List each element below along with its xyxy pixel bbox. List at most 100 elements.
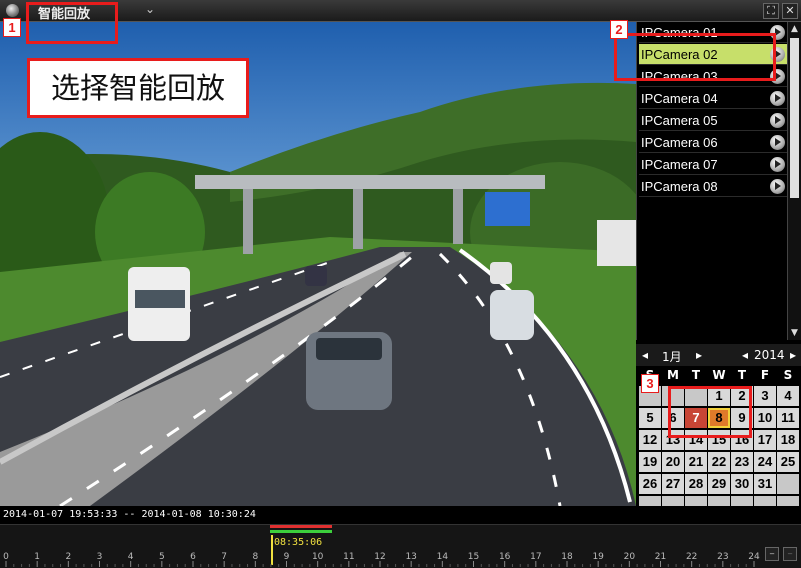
play-icon[interactable] [770, 113, 785, 128]
annotation-step-1: 1 [3, 18, 21, 37]
calendar-day[interactable]: 19 [639, 452, 661, 472]
camera-label: IPCamera 05 [641, 113, 718, 128]
calendar-day[interactable]: 18 [777, 430, 799, 450]
camera-label: IPCamera 08 [641, 179, 718, 194]
annotation-step-3: 3 [641, 374, 659, 393]
annotation-step-2: 2 [610, 20, 628, 39]
next-year-icon[interactable]: ▸ [790, 348, 796, 362]
calendar-day[interactable]: 31 [754, 474, 776, 494]
annotation-box-2 [614, 33, 776, 81]
calendar-day[interactable]: 25 [777, 452, 799, 472]
calendar-day[interactable]: 10 [754, 408, 776, 428]
camera-label: IPCamera 07 [641, 157, 718, 172]
scroll-down-icon[interactable]: ▼ [788, 326, 801, 340]
camera-list-scrollbar[interactable]: ▲ ▼ [787, 22, 801, 340]
calendar-day[interactable]: 17 [754, 430, 776, 450]
play-icon[interactable] [770, 157, 785, 172]
play-icon[interactable] [770, 91, 785, 106]
hour-tick-label: 9 [284, 552, 290, 562]
playback-range: 2014-01-07 19:53:33 -- 2014-01-08 10:30:… [0, 506, 801, 524]
hour-tick-label: 20 [624, 552, 636, 562]
hour-tick-label: 18 [561, 552, 573, 562]
camera-item[interactable]: IPCamera 07 [639, 154, 787, 175]
calendar-day[interactable]: 28 [685, 474, 707, 494]
play-icon[interactable] [770, 179, 785, 194]
hour-tick-label: 16 [499, 552, 511, 562]
camera-item[interactable]: IPCamera 06 [639, 132, 787, 153]
month-label: 1月 [662, 350, 682, 364]
hour-tick-label: 11 [343, 552, 354, 562]
hour-tick-label: 2 [65, 552, 71, 562]
calendar-day[interactable]: 21 [685, 452, 707, 472]
hour-tick-label: 21 [655, 552, 666, 562]
camera-item[interactable]: IPCamera 05 [639, 110, 787, 131]
hour-tick-label: 22 [686, 552, 697, 562]
hour-tick-label: 14 [437, 552, 449, 562]
weekday-label: S [783, 368, 793, 382]
hour-tick-label: 15 [468, 552, 479, 562]
camera-label: IPCamera 06 [641, 135, 718, 150]
calendar-day[interactable]: 4 [777, 386, 799, 406]
hour-tick-label: 6 [190, 552, 196, 562]
hour-tick-label: 4 [128, 552, 134, 562]
zoom-out-icon[interactable]: ‒ [765, 547, 779, 561]
calendar-day[interactable]: 30 [731, 474, 753, 494]
calendar-nav: ◂ 1月 ▸ ◂ 2014 ▸ [636, 344, 801, 366]
calendar-day[interactable]: 22 [708, 452, 730, 472]
hour-tick-label: 3 [97, 552, 103, 562]
weekday-label: M [667, 368, 679, 382]
prev-year-icon[interactable]: ◂ [742, 348, 748, 362]
annotation-box-1 [26, 2, 118, 44]
restore-icon[interactable]: ⛶ [763, 3, 779, 19]
camera-item[interactable]: IPCamera 04 [639, 88, 787, 109]
weekday-label: F [760, 368, 770, 382]
calendar-day[interactable]: 24 [754, 452, 776, 472]
weekday-header: SMTWTFS [639, 368, 799, 386]
scroll-up-icon[interactable]: ▲ [788, 22, 801, 36]
prev-month-icon[interactable]: ◂ [642, 348, 648, 362]
hour-tick-label: 19 [592, 552, 604, 562]
calendar-day[interactable]: 5 [639, 408, 661, 428]
calendar-day[interactable]: 23 [731, 452, 753, 472]
camera-item[interactable]: IPCamera 08 [639, 176, 787, 197]
hour-tick-label: 8 [252, 552, 258, 562]
hour-tick-label: 5 [159, 552, 165, 562]
weekday-label: T [691, 368, 701, 382]
hour-tick-label: 1 [34, 552, 40, 562]
hour-tick-label: 12 [374, 552, 385, 562]
weekday-label: T [737, 368, 747, 382]
calendar-day[interactable]: 20 [662, 452, 684, 472]
calendar-day[interactable]: 27 [662, 474, 684, 494]
hour-tick-label: 23 [717, 552, 728, 562]
hour-tick-label: 17 [530, 552, 541, 562]
year-label: 2014 [754, 348, 785, 362]
title-bar: 智能回放 ⌄ ⛶ ✕ [0, 0, 801, 22]
weekday-label: W [712, 368, 726, 382]
calendar-day[interactable]: 12 [639, 430, 661, 450]
calendar-day[interactable]: 29 [708, 474, 730, 494]
timeline-svg[interactable]: 08:35:06 0 1 2 3 4 5 6 7 8 9 10 11 12 13 14 15 16 17 18 19 2… [0, 525, 801, 568]
timeline-bar[interactable]: 08:35:06 0 1 2 3 4 5 6 7 8 9 10 11 12 13 14 15 16 17 18 19 2… [0, 524, 801, 568]
camera-label: IPCamera 04 [641, 91, 718, 106]
hour-tick-label: 10 [312, 552, 324, 562]
app-logo-icon [6, 4, 19, 17]
calendar-day[interactable]: 11 [777, 408, 799, 428]
annotation-box-3 [668, 386, 752, 438]
close-icon[interactable]: ✕ [782, 3, 798, 19]
hour-tick-label: 13 [405, 552, 416, 562]
play-icon[interactable] [770, 135, 785, 150]
recording-segment [270, 530, 332, 533]
calendar-day[interactable]: 26 [639, 474, 661, 494]
calendar-empty-cell [777, 474, 799, 494]
scrollbar-thumb[interactable] [790, 38, 799, 198]
hour-tick-label: 24 [748, 552, 760, 562]
next-month-icon[interactable]: ▸ [696, 348, 702, 362]
hour-tick-label: 0 [3, 552, 9, 562]
hour-tick-label: 7 [221, 552, 227, 562]
annotation-callout: 选择智能回放 [27, 58, 249, 118]
playhead-time: 08:35:06 [274, 537, 322, 548]
recording-segment [270, 525, 332, 528]
calendar-day[interactable]: 3 [754, 386, 776, 406]
zoom-in-icon[interactable]: ‒ [783, 547, 797, 561]
chevron-down-icon[interactable]: ⌄ [145, 2, 155, 16]
